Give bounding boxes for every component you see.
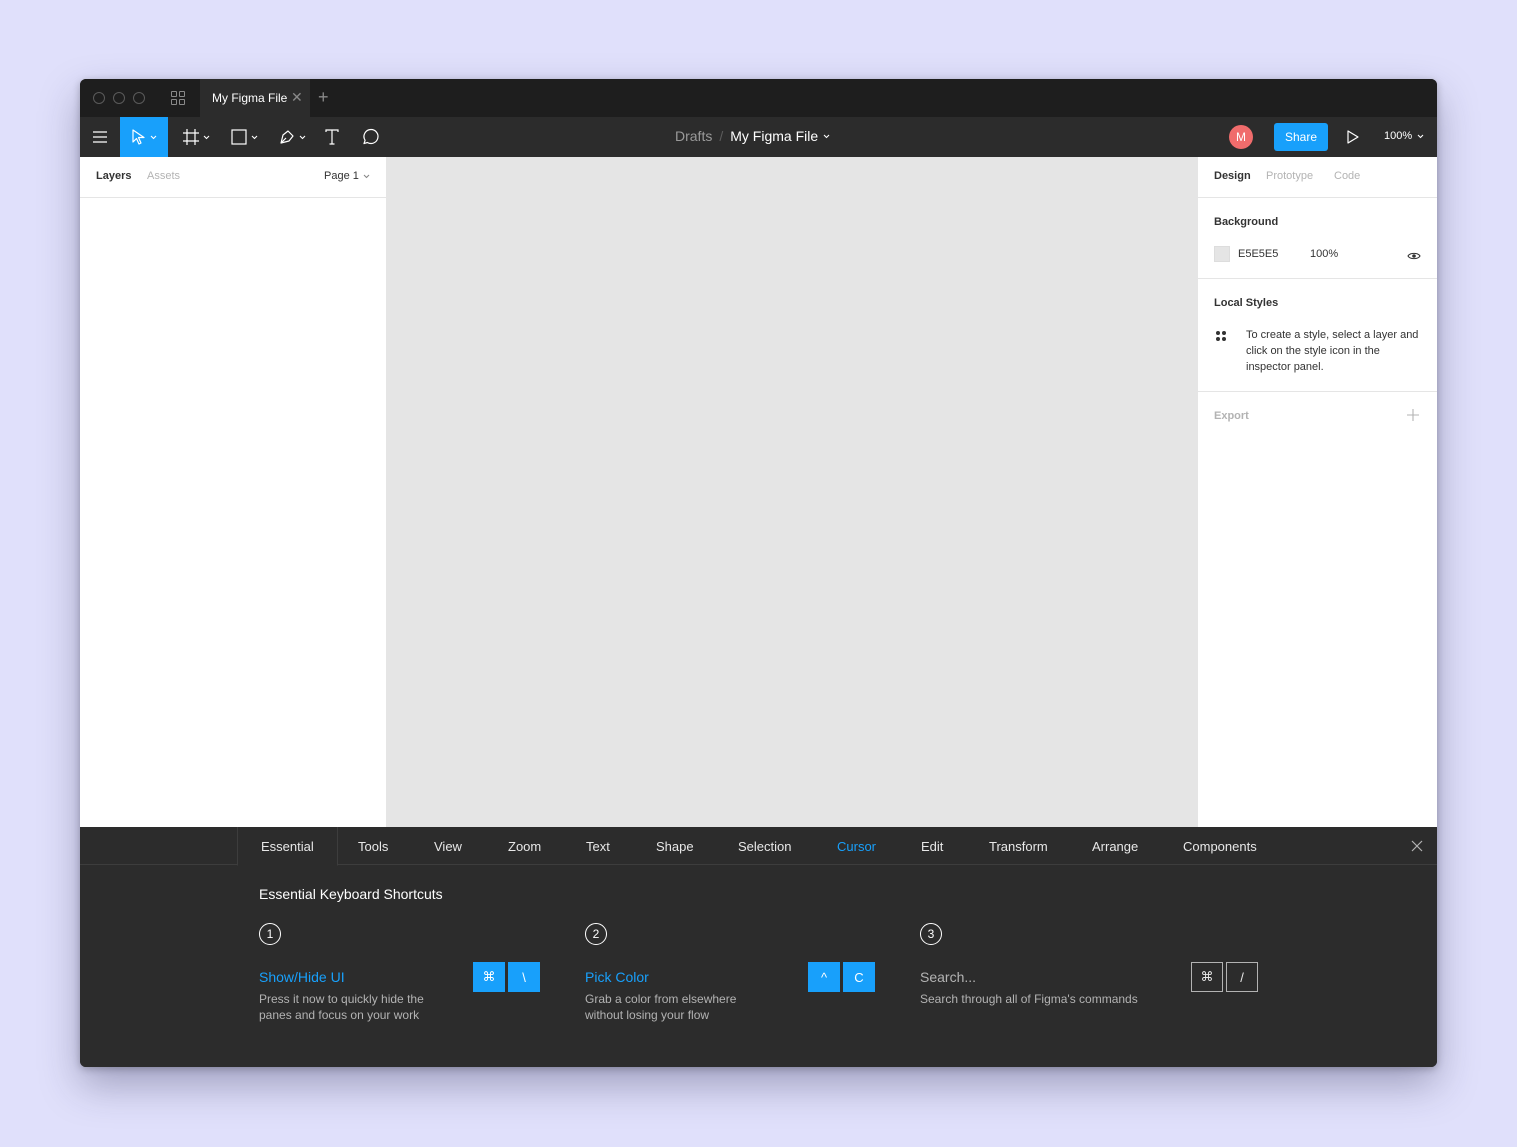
breadcrumb: Drafts / My Figma File: [675, 128, 830, 144]
page-selector[interactable]: Page 1: [324, 170, 370, 182]
zoom-menu[interactable]: 100%: [1384, 130, 1424, 142]
page-selector-label: Page 1: [324, 170, 359, 182]
frame-icon: [182, 129, 199, 145]
chevron-down-icon: [203, 135, 209, 139]
tab-essential[interactable]: Essential: [237, 827, 338, 866]
tab-transform[interactable]: Transform: [989, 827, 1048, 865]
shortcuts-title: Essential Keyboard Shortcuts: [259, 886, 443, 902]
background-hex-input[interactable]: E5E5E5: [1238, 248, 1278, 260]
eye-icon[interactable]: [1407, 248, 1421, 266]
rectangle-icon: [230, 129, 247, 145]
key-backslash: \: [508, 962, 540, 992]
menu-icon[interactable]: [90, 117, 110, 157]
avatar[interactable]: M: [1229, 125, 1253, 149]
step-number: 3: [920, 923, 942, 945]
plus-icon[interactable]: +: [318, 87, 329, 108]
toolbar: Drafts / My Figma File M Share 100%: [80, 117, 1437, 157]
search-command-field[interactable]: Search...: [920, 969, 976, 985]
tab-shape[interactable]: Shape: [656, 827, 694, 865]
key-slash: /: [1226, 962, 1258, 992]
step-number: 2: [585, 923, 607, 945]
shortcut-description: Search through all of Figma's commands: [920, 992, 1138, 1006]
tab-tools[interactable]: Tools: [358, 827, 388, 865]
move-tool-button[interactable]: [120, 117, 168, 157]
text-icon[interactable]: [320, 117, 344, 157]
file-tab-label: My Figma File: [212, 91, 288, 105]
shortcut-description: Grab a color from elsewhere without losi…: [585, 992, 737, 1022]
background-opacity-input[interactable]: 100%: [1310, 248, 1338, 260]
tab-cursor[interactable]: Cursor: [837, 827, 876, 865]
canvas[interactable]: [387, 157, 1197, 827]
tab-arrange[interactable]: Arrange: [1092, 827, 1138, 865]
window-minimize-button[interactable]: [113, 92, 125, 104]
chevron-down-icon: [299, 135, 305, 139]
comment-icon[interactable]: [359, 117, 383, 157]
design-panel-header: Design Prototype Code: [1198, 157, 1437, 198]
export-section-title: Export: [1214, 410, 1249, 422]
shortcut-name[interactable]: Pick Color: [585, 969, 649, 985]
title-bar: My Figma File ✕ +: [80, 79, 1437, 117]
layers-panel-header: Layers Assets Page 1: [80, 157, 386, 198]
tab-zoom[interactable]: Zoom: [508, 827, 541, 865]
frame-tool-button[interactable]: [176, 117, 216, 157]
breadcrumb-separator: /: [719, 128, 724, 144]
plus-icon[interactable]: [1407, 408, 1419, 426]
tab-text[interactable]: Text: [586, 827, 610, 865]
key-command: ⌘: [1191, 962, 1223, 992]
styles-icon: [1216, 331, 1228, 343]
divider: [1198, 391, 1437, 392]
chevron-down-icon[interactable]: [823, 134, 830, 139]
file-name-menu[interactable]: My Figma File: [730, 128, 818, 144]
key-command: ⌘: [473, 962, 505, 992]
play-icon[interactable]: [1346, 129, 1360, 150]
background-color-swatch[interactable]: [1214, 246, 1230, 262]
chevron-down-icon: [363, 174, 370, 178]
shortcut-description: Press it now to quickly hide the panes a…: [259, 992, 424, 1022]
pen-tool-button[interactable]: [272, 117, 312, 157]
tab-components[interactable]: Components: [1183, 827, 1257, 865]
shortcut-tabs: Essential Tools View Zoom Text Shape Sel…: [80, 827, 1437, 866]
keyboard-shortcuts-panel: Essential Tools View Zoom Text Shape Sel…: [80, 827, 1437, 1067]
key-c: C: [843, 962, 875, 992]
design-panel: Design Prototype Code Background E5E5E5 …: [1197, 157, 1437, 827]
chevron-down-icon: [150, 135, 156, 139]
close-icon[interactable]: ✕: [291, 89, 303, 106]
local-styles-description: To create a style, select a layer and cl…: [1246, 329, 1419, 373]
close-icon[interactable]: [1411, 839, 1423, 857]
figma-window: My Figma File ✕ + Drafts / My Figma File…: [80, 79, 1437, 1067]
tab-selection[interactable]: Selection: [738, 827, 791, 865]
tab-edit[interactable]: Edit: [921, 827, 943, 865]
share-button[interactable]: Share: [1274, 123, 1328, 151]
pen-icon: [279, 130, 294, 144]
divider: [1198, 278, 1437, 279]
window-close-button[interactable]: [93, 92, 105, 104]
file-tab[interactable]: My Figma File ✕: [200, 79, 310, 117]
local-styles-title: Local Styles: [1214, 297, 1279, 309]
step-number: 1: [259, 923, 281, 945]
shortcut-name[interactable]: Show/Hide UI: [259, 969, 345, 985]
chevron-down-icon: [1417, 134, 1424, 138]
background-section-title: Background: [1214, 216, 1279, 228]
breadcrumb-drafts[interactable]: Drafts: [675, 128, 712, 144]
tab-prototype[interactable]: Prototype: [1266, 170, 1313, 182]
chevron-down-icon: [251, 135, 257, 139]
window-maximize-button[interactable]: [133, 92, 145, 104]
tab-code[interactable]: Code: [1334, 170, 1360, 182]
tab-view[interactable]: View: [434, 827, 462, 865]
shape-tool-button[interactable]: [224, 117, 264, 157]
zoom-level: 100%: [1384, 130, 1413, 142]
move-icon: [131, 129, 145, 145]
layers-panel: Layers Assets Page 1: [80, 157, 387, 827]
grid-icon[interactable]: [171, 91, 185, 105]
key-control: ^: [808, 962, 840, 992]
tab-assets[interactable]: Assets: [147, 170, 180, 182]
tab-layers[interactable]: Layers: [96, 170, 131, 182]
tab-design[interactable]: Design: [1214, 170, 1251, 182]
